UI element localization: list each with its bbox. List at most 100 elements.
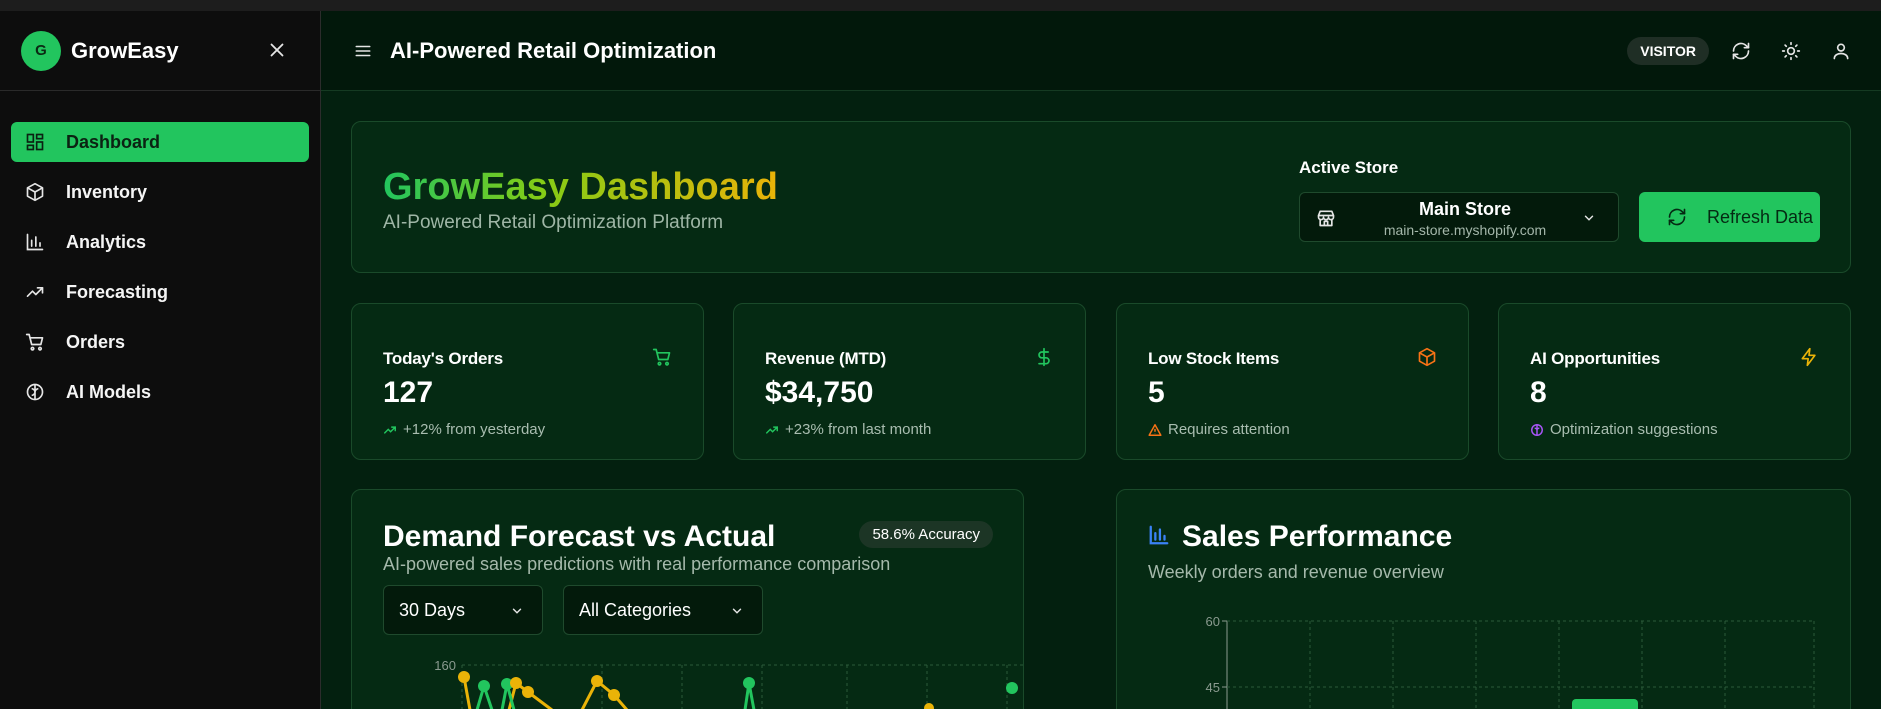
active-store-label: Active Store [1299,158,1399,177]
trend-up-icon [766,425,778,434]
hero-card: GrowEasy Dashboard AI-Powered Retail Opt… [351,121,1851,273]
chevron-down-icon [512,608,522,614]
stat-note-text: Requires attention [1168,421,1290,438]
stat-title: AI Opportunities [1530,349,1660,368]
sales-subtitle: Weekly orders and revenue overview [1148,562,1444,582]
forecast-line [580,678,629,709]
close-icon[interactable] [266,39,288,61]
chart-gridlines [461,664,1025,709]
brain-icon [1531,423,1543,436]
sidebar-item-dashboard[interactable]: Dashboard [11,122,309,162]
bar-chart-icon [1149,525,1169,545]
trend-up-icon [384,425,396,434]
stat-note-text: Optimization suggestions [1550,421,1718,438]
forecast-point [522,686,534,698]
forecast-chart: 160 [434,658,1025,709]
category-select-value: All Categories [579,599,692,620]
role-badge: VISITOR [1627,37,1709,65]
category-select[interactable]: All Categories [563,585,763,635]
sidebar-item-analytics[interactable]: Analytics [11,222,309,262]
main-content: AI-Powered Retail Optimization VISITOR G… [321,11,1881,709]
stat-card-low-stock: Low Stock Items 5 Requires attention [1116,303,1469,460]
dashboard-icon [25,132,45,152]
sidebar-item-label: Forecasting [66,281,169,302]
forecast-point [608,689,620,701]
sidebar-item-inventory[interactable]: Inventory [11,172,309,212]
y-tick-label: 160 [434,658,456,673]
user-icon[interactable] [1831,41,1851,61]
stat-card-ai-opportunities: AI Opportunities 8 Optimization suggesti… [1498,303,1851,460]
refresh-icon[interactable] [1731,41,1751,61]
stat-note-text: +23% from last month [785,421,932,438]
sun-icon[interactable] [1781,41,1801,61]
demand-forecast-card: Demand Forecast vs Actual AI-powered sal… [351,489,1025,709]
cart-icon [652,348,671,366]
dollar-icon [1038,347,1050,367]
forecast-point [510,677,522,689]
sidebar-header: G GrowEasy [0,11,320,91]
chart-gridlines [1227,620,1815,709]
dashboard-title: GrowEasy Dashboard [383,166,778,208]
sidebar-item-label: Dashboard [66,131,161,152]
actual-point [478,680,490,692]
forecast-subtitle: AI-powered sales predictions with real p… [383,554,891,574]
sales-chart: 60 45 [1206,614,1815,709]
forecast-point [591,675,603,687]
cart-icon [25,332,45,352]
refresh-data-label: Refresh Data [1707,206,1814,227]
sidebar-item-label: Analytics [66,231,147,252]
y-tick-label: 45 [1206,680,1220,695]
menu-icon[interactable] [354,42,372,60]
stat-note-text: +12% from yesterday [403,421,546,438]
store-name: Main Store [1418,199,1511,219]
brand-name: GrowEasy [71,37,179,63]
top-bar: AI-Powered Retail Optimization VISITOR [321,11,1881,91]
stat-value: 5 [1148,376,1165,409]
page-title: AI-Powered Retail Optimization [390,37,717,63]
forecast-point [458,671,470,683]
sidebar-item-label: Orders [66,331,126,352]
range-select[interactable]: 30 Days [383,585,543,635]
sales-bar [1572,699,1638,709]
brand-logo: G [21,30,61,71]
bar-chart-icon [25,232,45,252]
sidebar-item-ai-models[interactable]: AI Models [11,372,309,412]
sidebar-item-label: Inventory [66,181,148,202]
forecast-point [924,703,934,709]
sidebar: G GrowEasy Dashboard Inventory Analytics [0,11,321,709]
store-select[interactable]: Main Store main-store.myshopify.com [1299,192,1619,242]
sidebar-item-forecasting[interactable]: Forecasting [11,272,309,312]
sidebar-item-orders[interactable]: Orders [11,322,309,362]
range-select-value: 30 Days [399,599,466,620]
stat-title: Today's Orders [383,349,503,368]
stat-note: +23% from last month [765,421,931,438]
stat-card-revenue: Revenue (MTD) $34,750 +23% from last mon… [733,303,1086,460]
top-bar-actions: VISITOR [1627,11,1881,91]
actual-point [743,677,755,689]
stat-value: 8 [1530,376,1547,409]
stat-note: Optimization suggestions [1530,421,1718,438]
stat-card-orders: Today's Orders 127 +12% from yesterday [351,303,704,460]
box-icon [25,182,45,202]
refresh-data-button[interactable]: Refresh Data [1639,192,1820,242]
stat-note: +12% from yesterday [383,421,545,438]
brain-icon [25,382,45,402]
actual-point [1006,682,1018,694]
forecast-title: Demand Forecast vs Actual [383,520,776,553]
sales-performance-card: Sales Performance Weekly orders and reve… [1116,489,1851,709]
stat-title: Low Stock Items [1148,349,1280,368]
stat-title: Revenue (MTD) [765,349,887,368]
stat-value: $34,750 [765,376,874,409]
sidebar-nav: Dashboard Inventory Analytics Forecastin… [0,91,320,412]
window-top-strip [0,0,1881,11]
warning-icon [1148,423,1162,436]
sales-title: Sales Performance [1182,520,1453,553]
y-tick-label: 60 [1206,614,1220,629]
dashboard-subtitle: AI-Powered Retail Optimization Platform [383,212,724,233]
sidebar-item-label: AI Models [66,381,152,402]
stat-note: Requires attention [1148,421,1290,438]
box-icon [1418,347,1436,367]
zap-icon [1801,347,1816,367]
store-url: main-store.myshopify.com [1383,222,1547,238]
accuracy-badge: 58.6% Accuracy [859,521,993,548]
